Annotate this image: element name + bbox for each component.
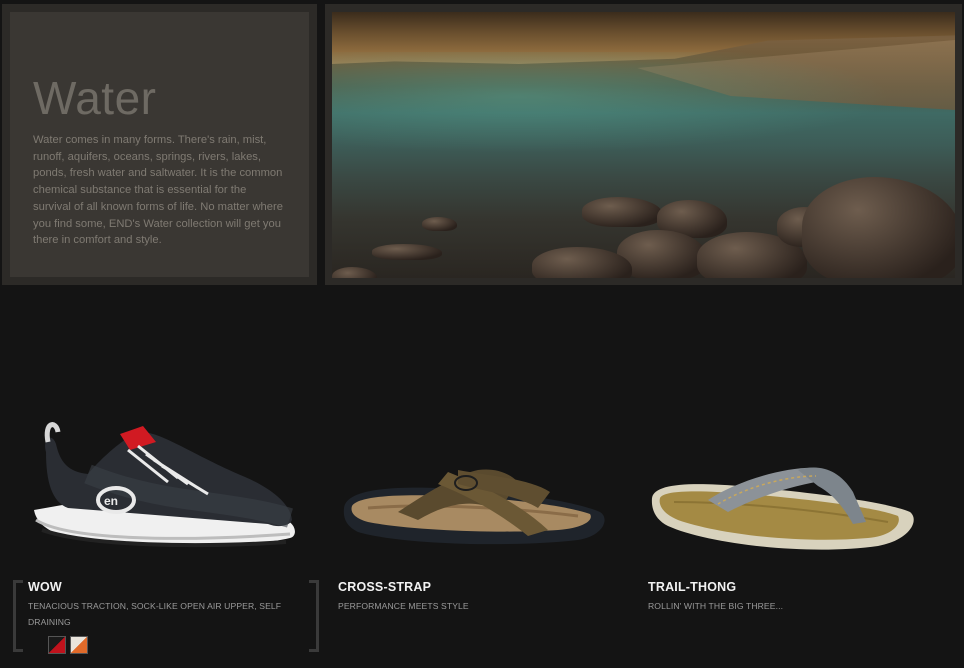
intro-panel: Water Water comes in many forms. There's… [2,4,317,285]
hero-rock [422,217,457,231]
hero-image-frame [325,4,962,285]
product-name[interactable]: CROSS-STRAP [338,580,608,594]
hero-rock [372,244,442,260]
hero-rock [582,197,662,227]
hero-image-water-shore [332,12,955,278]
product-card-trail-thong[interactable]: TRAIL-THONG ROLLIN' WITH THE BIG THREE..… [648,412,948,668]
collection-title: Water [33,72,157,124]
product-info-trail-thong: TRAIL-THONG ROLLIN' WITH THE BIG THREE..… [648,580,918,614]
product-card-wow[interactable]: en WOW TENACIOUS TRACTION, SOCK-LIKE OPE… [28,412,328,668]
product-info-cross-strap: CROSS-STRAP PERFORMANCE MEETS STYLE [338,580,608,614]
product-card-cross-strap[interactable]: CROSS-STRAP PERFORMANCE MEETS STYLE [338,412,638,668]
product-description: PERFORMANCE MEETS STYLE [338,601,469,611]
product-name[interactable]: WOW [28,580,298,594]
selection-bracket-left [13,580,23,652]
selection-bracket-right [309,580,319,652]
color-swatch-white-orange[interactable] [70,636,88,654]
product-image-cross-strap-sandal[interactable] [338,412,638,562]
hero-rock [332,267,377,278]
hero-water-sheen [332,52,955,162]
product-image-wow-shoe[interactable]: en [28,412,328,562]
product-description: ROLLIN' WITH THE BIG THREE... [648,601,784,611]
intro-panel-inner: Water Water comes in many forms. There's… [10,12,309,277]
hero-rock [802,177,955,278]
collection-description: Water comes in many forms. There's rain,… [33,134,283,247]
product-info-wow: WOW TENACIOUS TRACTION, SOCK-LIKE OPEN A… [28,580,298,630]
product-image-trail-thong-sandal[interactable] [648,412,948,562]
product-description: TENACIOUS TRACTION, SOCK-LIKE OPEN AIR U… [28,601,282,627]
product-name[interactable]: TRAIL-THONG [648,580,918,594]
svg-text:en: en [104,494,118,508]
water-collection-page: Water Water comes in many forms. There's… [0,0,964,668]
color-swatch-black-red[interactable] [48,636,66,654]
color-swatches [48,636,88,654]
